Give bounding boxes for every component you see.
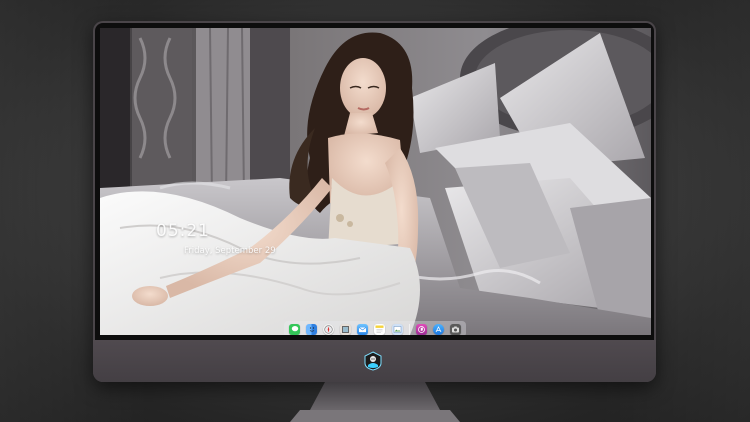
safari-icon[interactable] (323, 323, 335, 335)
finder-icon[interactable] (306, 323, 318, 335)
brand-logo-icon (364, 351, 382, 371)
dock-separator (408, 323, 410, 335)
camera-icon[interactable] (449, 323, 461, 335)
lock-screen-date: Friday, September 29 (184, 246, 276, 256)
desktop-screen[interactable]: 05:21 Friday, September 29 (100, 28, 651, 335)
messages-icon[interactable] (289, 323, 301, 335)
dock (284, 321, 466, 335)
launchpad-icon[interactable] (415, 323, 427, 335)
notes-icon[interactable] (374, 323, 386, 335)
mail-icon[interactable] (357, 323, 369, 335)
app-store-icon[interactable] (432, 323, 444, 335)
monitor-bezel: 05:21 Friday, September 29 (95, 23, 654, 340)
photos-icon[interactable] (340, 323, 352, 335)
preview-icon[interactable] (391, 323, 403, 335)
monitor-stand (290, 382, 460, 422)
wallpaper (100, 28, 651, 335)
monitor: 05:21 Friday, September 29 (93, 21, 656, 382)
lock-screen-time: 05:21 (156, 221, 210, 241)
monitor-chin (93, 340, 656, 382)
